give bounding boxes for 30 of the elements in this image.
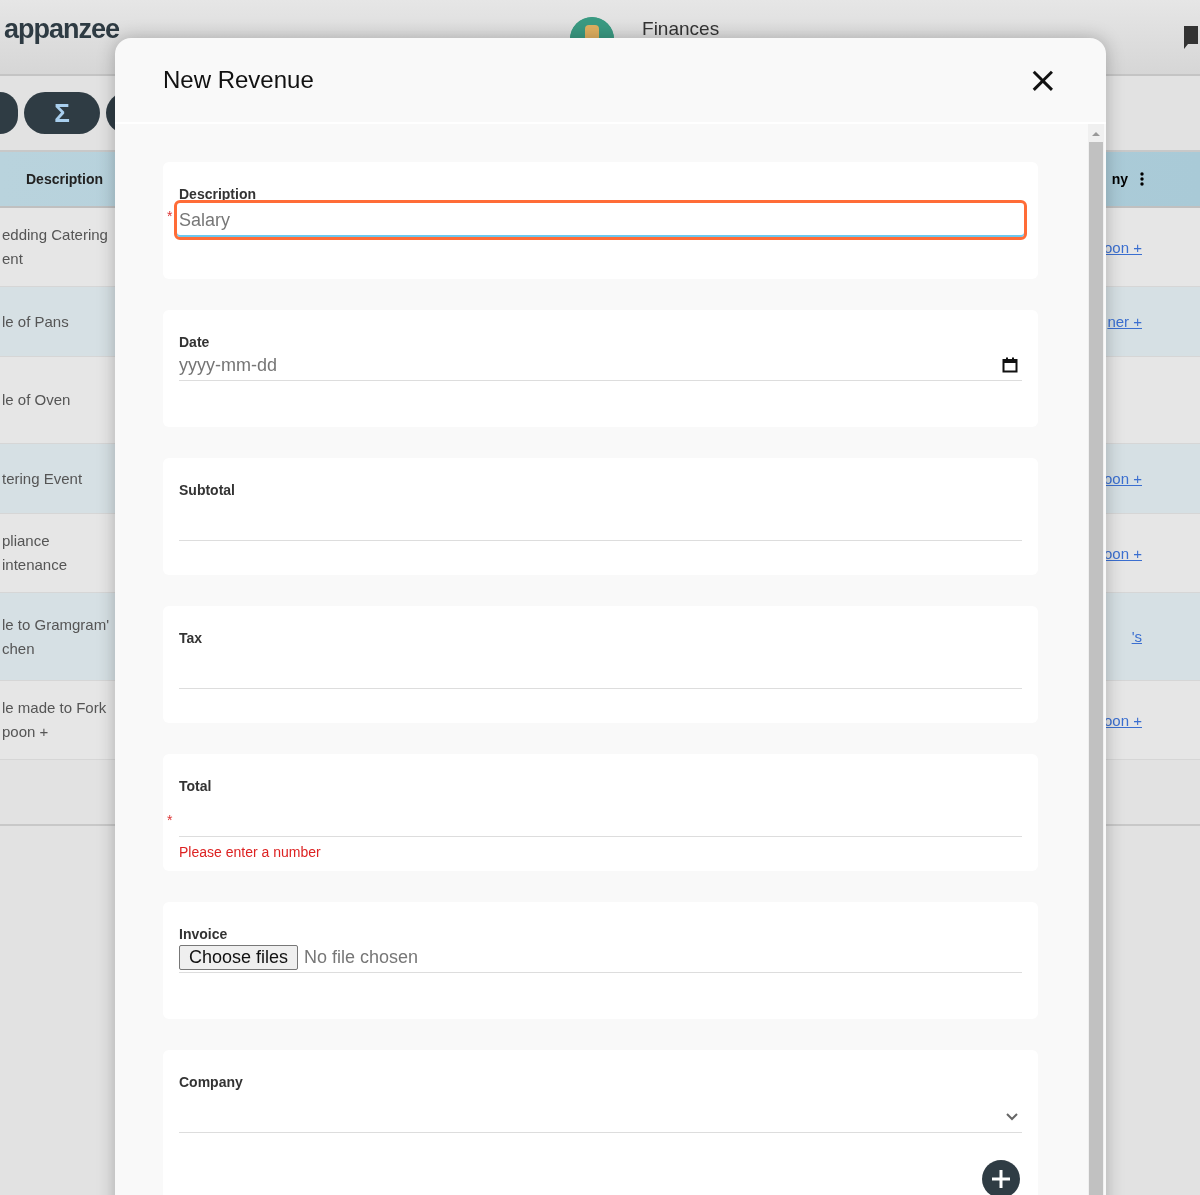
column-header[interactable]: ny — [1111, 171, 1128, 187]
description-cell-text: le made to Fork poon + — [1, 698, 108, 742]
description-cell-text: edding Catering ent — [1, 225, 109, 269]
column-header[interactable]: Description — [0, 171, 103, 187]
error-message: Please enter a number — [179, 844, 322, 860]
required-asterisk: * — [167, 812, 173, 828]
field-label: Description — [179, 186, 257, 202]
field-label: Date — [179, 334, 211, 350]
description-cell-text: tering Event — [1, 468, 84, 489]
description-cell-text: pliance intenance — [1, 531, 69, 575]
field-label: Company — [179, 1074, 244, 1090]
section-title: Finances — [642, 18, 720, 40]
dialog-title: New Revenue — [163, 66, 314, 94]
field-label: Subtotal — [179, 482, 236, 498]
company-link[interactable]: 's — [1131, 628, 1142, 645]
company-link[interactable]: ner + — [1107, 313, 1142, 330]
description-cell-text: le to Gramgram' chen — [1, 614, 111, 659]
field-label: Total — [179, 778, 213, 794]
field-label: Tax — [179, 630, 204, 646]
choose-files-button[interactable]: Choose files — [179, 944, 299, 970]
file-status: No file chosen — [304, 946, 419, 968]
app-logo: appanzee — [4, 14, 120, 45]
description-cell-text: le of Pans — [1, 311, 70, 332]
sum-button[interactable]: Σ — [24, 92, 100, 134]
field-label: Invoice — [179, 926, 229, 942]
close-button[interactable]: × — [1027, 62, 1058, 98]
description-cell-text: le of Oven — [1, 390, 72, 410]
date-field[interactable]: yyyy-mm-dd — [179, 350, 1002, 380]
required-asterisk: * — [167, 208, 173, 224]
description-field[interactable]: Salary — [174, 200, 1027, 240]
